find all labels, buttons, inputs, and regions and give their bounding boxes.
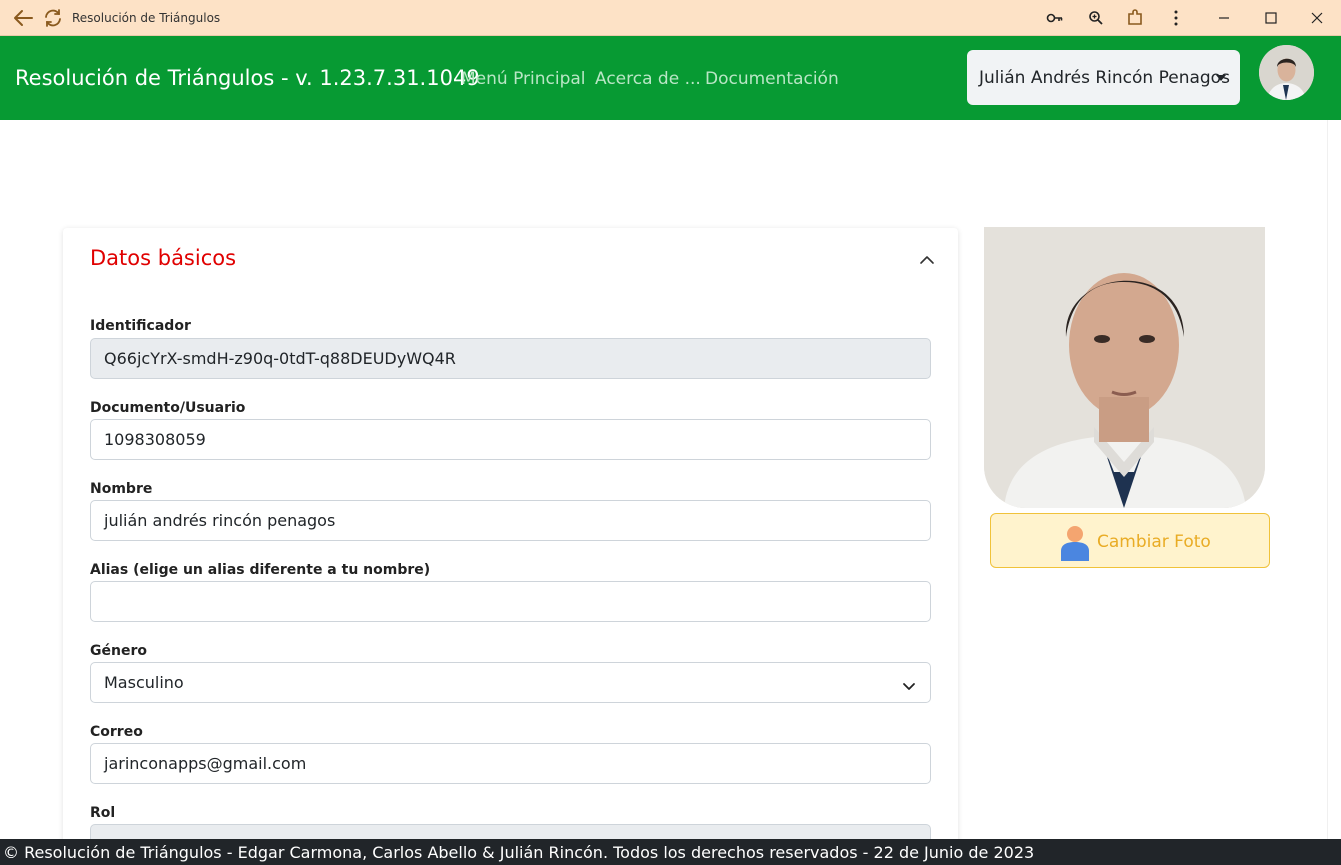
documento-value: 1098308059 <box>104 430 206 449</box>
field-label-rol: Rol <box>90 805 116 821</box>
card-title: Datos básicos <box>90 246 237 270</box>
window-title: Resolución de Triángulos <box>72 11 221 25</box>
nav-link-acerca-de[interactable]: Acerca de ... <box>595 69 701 89</box>
minimize-icon[interactable] <box>1214 8 1234 28</box>
zoom-icon[interactable] <box>1086 8 1106 28</box>
field-label-nombre: Nombre <box>90 481 153 497</box>
nombre-value: julián andrés rincón penagos <box>104 511 336 530</box>
avatar[interactable] <box>1259 45 1314 100</box>
nav-link-menu-principal[interactable]: Menú Principal <box>461 69 586 89</box>
field-label-documento: Documento/Usuario <box>90 400 246 416</box>
nav-link-documentacion[interactable]: Documentación <box>705 69 839 89</box>
scrollbar[interactable] <box>1327 120 1341 839</box>
datos-basicos-card: Datos básicos Identificador Q66jcYrX-smd… <box>63 228 958 865</box>
reload-icon[interactable] <box>42 8 64 28</box>
change-photo-label: Cambiar Foto <box>1097 532 1211 552</box>
key-icon[interactable] <box>1045 8 1065 28</box>
field-label-alias: Alias (elige un alias diferente a tu nom… <box>90 562 431 578</box>
footer-text: © Resolución de Triángulos - Edgar Carmo… <box>3 843 1035 862</box>
close-icon[interactable] <box>1307 8 1327 28</box>
more-menu-icon[interactable] <box>1166 8 1186 28</box>
identificador-field: Q66jcYrX-smdH-z90q-0tdT-q88DEUDyWQ4R <box>90 338 931 379</box>
genero-select[interactable]: Masculino <box>90 662 931 703</box>
field-label-identificador: Identificador <box>90 318 191 334</box>
genero-value: Masculino <box>104 673 184 692</box>
correo-field[interactable]: jarinconapps@gmail.com <box>90 743 931 784</box>
correo-value: jarinconapps@gmail.com <box>104 754 307 773</box>
chevron-up-icon[interactable] <box>919 253 935 265</box>
main-navbar: Resolución de Triángulos - v. 1.23.7.31.… <box>0 36 1341 120</box>
documento-field[interactable]: 1098308059 <box>90 419 931 460</box>
change-photo-button[interactable]: Cambiar Foto <box>990 513 1270 568</box>
footer: © Resolución de Triángulos - Edgar Carmo… <box>0 839 1341 865</box>
app-brand[interactable]: Resolución de Triángulos - v. 1.23.7.31.… <box>15 66 480 90</box>
user-dropdown-label: Julián Andrés Rincón Penagos <box>979 68 1230 88</box>
identificador-value: Q66jcYrX-smdH-z90q-0tdT-q88DEUDyWQ4R <box>104 349 456 368</box>
chevron-down-icon <box>902 677 916 690</box>
back-arrow-icon[interactable] <box>12 8 34 28</box>
nombre-field[interactable]: julián andrés rincón penagos <box>90 500 931 541</box>
alias-field[interactable] <box>90 581 931 622</box>
field-label-genero: Género <box>90 643 147 659</box>
window-title-bar: Resolución de Triángulos <box>0 0 1341 36</box>
profile-photo <box>984 227 1265 508</box>
extensions-icon[interactable] <box>1125 8 1145 28</box>
user-dropdown[interactable]: Julián Andrés Rincón Penagos <box>967 50 1240 105</box>
field-label-correo: Correo <box>90 724 143 740</box>
user-icon <box>1060 525 1090 561</box>
maximize-icon[interactable] <box>1261 8 1281 28</box>
caret-down-icon <box>1216 75 1226 81</box>
